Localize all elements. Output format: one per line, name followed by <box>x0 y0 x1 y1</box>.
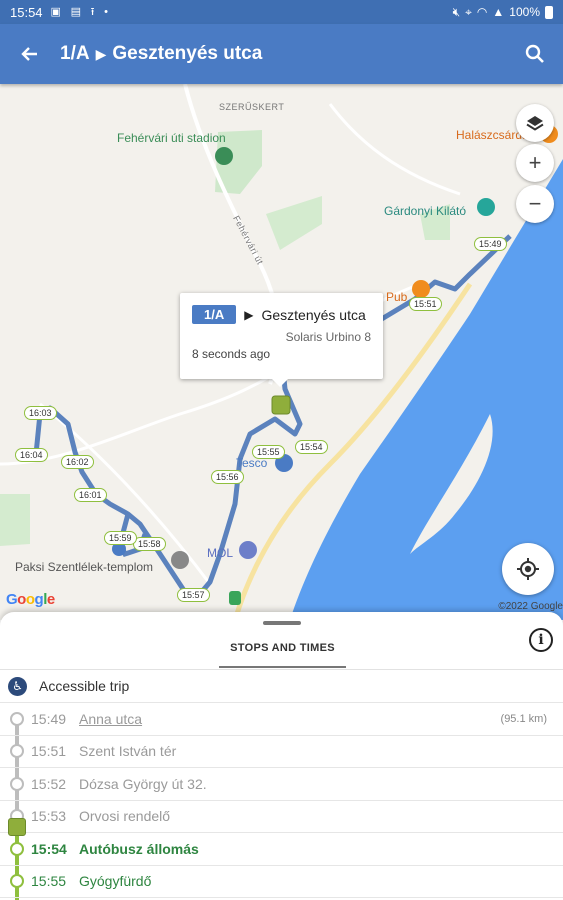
stop-dot-icon <box>10 711 24 726</box>
stop-dot-icon <box>10 874 24 889</box>
my-location-icon <box>517 558 539 580</box>
gallery-icon: ▣ <box>50 5 61 18</box>
route-number: 1/A <box>60 43 90 64</box>
search-button[interactable] <box>521 40 549 68</box>
info-vehicle-model: Solaris Urbino 8 <box>285 330 371 344</box>
search-icon <box>525 44 544 63</box>
image-icon: ▤ <box>70 5 81 18</box>
stop-dot-icon <box>10 744 24 759</box>
dot-icon: • <box>104 5 108 18</box>
map-stop-time[interactable]: 15:56 <box>211 470 244 484</box>
direction-triangle-icon: ▶ <box>244 307 254 322</box>
stop-name: Szent István tér <box>79 743 177 760</box>
stop-time: 15:51 <box>31 743 67 760</box>
upload-icon: ⭱ <box>90 5 95 18</box>
map-label-gardonyi[interactable]: Gárdonyi Kilátó <box>384 204 466 218</box>
battery-level: 100% <box>509 5 540 19</box>
stop-row[interactable]: 15:53 Orvosi rendelő <box>0 801 563 833</box>
stop-name: Anna utca <box>79 710 143 727</box>
map-stop-time[interactable]: 15:57 <box>177 588 210 602</box>
plus-icon: + <box>528 150 542 175</box>
stops-bottom-sheet[interactable]: STOPS AND TIMES i ♿ Accessible trip 15:4… <box>0 612 563 900</box>
map-stop-time[interactable]: 15:55 <box>252 445 285 459</box>
minus-icon: − <box>528 191 542 216</box>
map-label-church[interactable]: Paksi Szentlélek-templom <box>15 560 153 574</box>
map-label-mol[interactable]: MOL <box>207 546 233 560</box>
map-stop-time[interactable]: 16:01 <box>74 488 107 502</box>
wheelchair-icon: ♿ <box>8 676 27 696</box>
map-view[interactable]: SZERŰSKERT Fehérvári úti stadion Halászc… <box>0 84 563 620</box>
stop-name: Gyógyfürdő <box>79 873 152 890</box>
map-stop-time[interactable]: 15:54 <box>295 440 328 454</box>
location-icon: ⌖ <box>465 4 472 19</box>
stop-dot-icon <box>10 841 24 856</box>
stop-name: Autóbusz állomás <box>79 840 199 857</box>
map-stop-time[interactable]: 16:03 <box>24 406 57 420</box>
stop-row[interactable]: 15:49 Anna utca (95.1 km) <box>0 703 563 736</box>
zoom-in-button[interactable]: + <box>516 144 554 182</box>
accessible-trip-label: Accessible trip <box>39 678 130 694</box>
stop-row[interactable]: 15:55 Gyógyfürdő <box>0 866 563 898</box>
map-stop-time[interactable]: 16:02 <box>61 455 94 469</box>
google-logo: Google <box>6 591 55 608</box>
stop-time: 15:55 <box>31 873 67 890</box>
bus-position-icon <box>8 818 26 836</box>
info-destination: Gesztenyés utca <box>261 306 366 323</box>
page-title: 1/A ▶ Gesztenyés utca <box>60 43 262 65</box>
stop-name: Dózsa György út 32. <box>79 775 207 792</box>
map-stop-time[interactable]: 16:04 <box>15 448 48 462</box>
stop-time: 15:54 <box>31 840 67 857</box>
stop-row[interactable]: 15:52 Dózsa György út 32. <box>0 768 563 801</box>
back-button[interactable] <box>0 24 60 84</box>
layers-button[interactable] <box>516 104 554 142</box>
tab-stops-and-times[interactable]: STOPS AND TIMES <box>219 640 346 668</box>
map-stop-time[interactable]: 15:59 <box>104 531 137 545</box>
vehicle-info-window[interactable]: 1/A ▶ Gesztenyés utca Solaris Urbino 8 8… <box>180 293 383 387</box>
stop-time: 15:53 <box>31 808 67 825</box>
battery-icon <box>545 5 553 19</box>
app-bar: 1/A ▶ Gesztenyés utca <box>0 24 563 84</box>
drag-handle[interactable] <box>263 621 301 625</box>
stop-row[interactable]: 15:54 Autóbusz állomás <box>0 833 563 866</box>
layers-icon <box>526 116 544 131</box>
info-icon[interactable]: i <box>529 628 553 652</box>
my-location-button[interactable] <box>502 543 554 595</box>
map-copyright: ©2022 Google <box>498 601 563 612</box>
stop-name: Orvosi rendelő <box>79 808 171 825</box>
wifi-icon: ◠ <box>476 5 488 19</box>
map-label-szeruskert: SZERŰSKERT <box>219 102 285 112</box>
stop-time: 15:49 <box>31 710 67 727</box>
accessible-trip-row: ♿ Accessible trip <box>0 670 563 703</box>
stop-row[interactable]: 15:51 Szent István tér <box>0 736 563 768</box>
map-stop-time[interactable]: 15:51 <box>409 297 442 311</box>
stop-time: 15:52 <box>31 775 67 792</box>
stops-list: 15:49 Anna utca (95.1 km) 15:51 Szent Is… <box>0 703 563 898</box>
info-updated-time: 8 seconds ago <box>192 347 271 361</box>
back-arrow-icon <box>21 47 37 61</box>
signal-icon: ▲ <box>492 5 505 19</box>
direction-triangle-icon: ▶ <box>95 45 107 62</box>
stop-distance: (95.1 km) <box>500 712 547 725</box>
info-route-badge: 1/A <box>192 305 237 324</box>
zoom-out-button[interactable]: − <box>516 185 554 223</box>
mute-icon: 🔇︎ <box>452 4 461 19</box>
map-stop-time[interactable]: 15:58 <box>133 537 166 551</box>
route-destination: Gesztenyés utca <box>112 43 263 64</box>
status-bar: 15:54 ▣ ▤ ⭱ • 🔇︎ ⌖ ◠ ▲ 100% <box>0 0 563 24</box>
map-label-pub[interactable]: Pub <box>386 290 407 304</box>
map-label-stadion[interactable]: Fehérvári úti stadion <box>117 131 226 145</box>
status-time: 15:54 <box>10 4 43 20</box>
stop-dot-icon <box>10 776 24 791</box>
map-stop-time[interactable]: 15:49 <box>474 237 507 251</box>
